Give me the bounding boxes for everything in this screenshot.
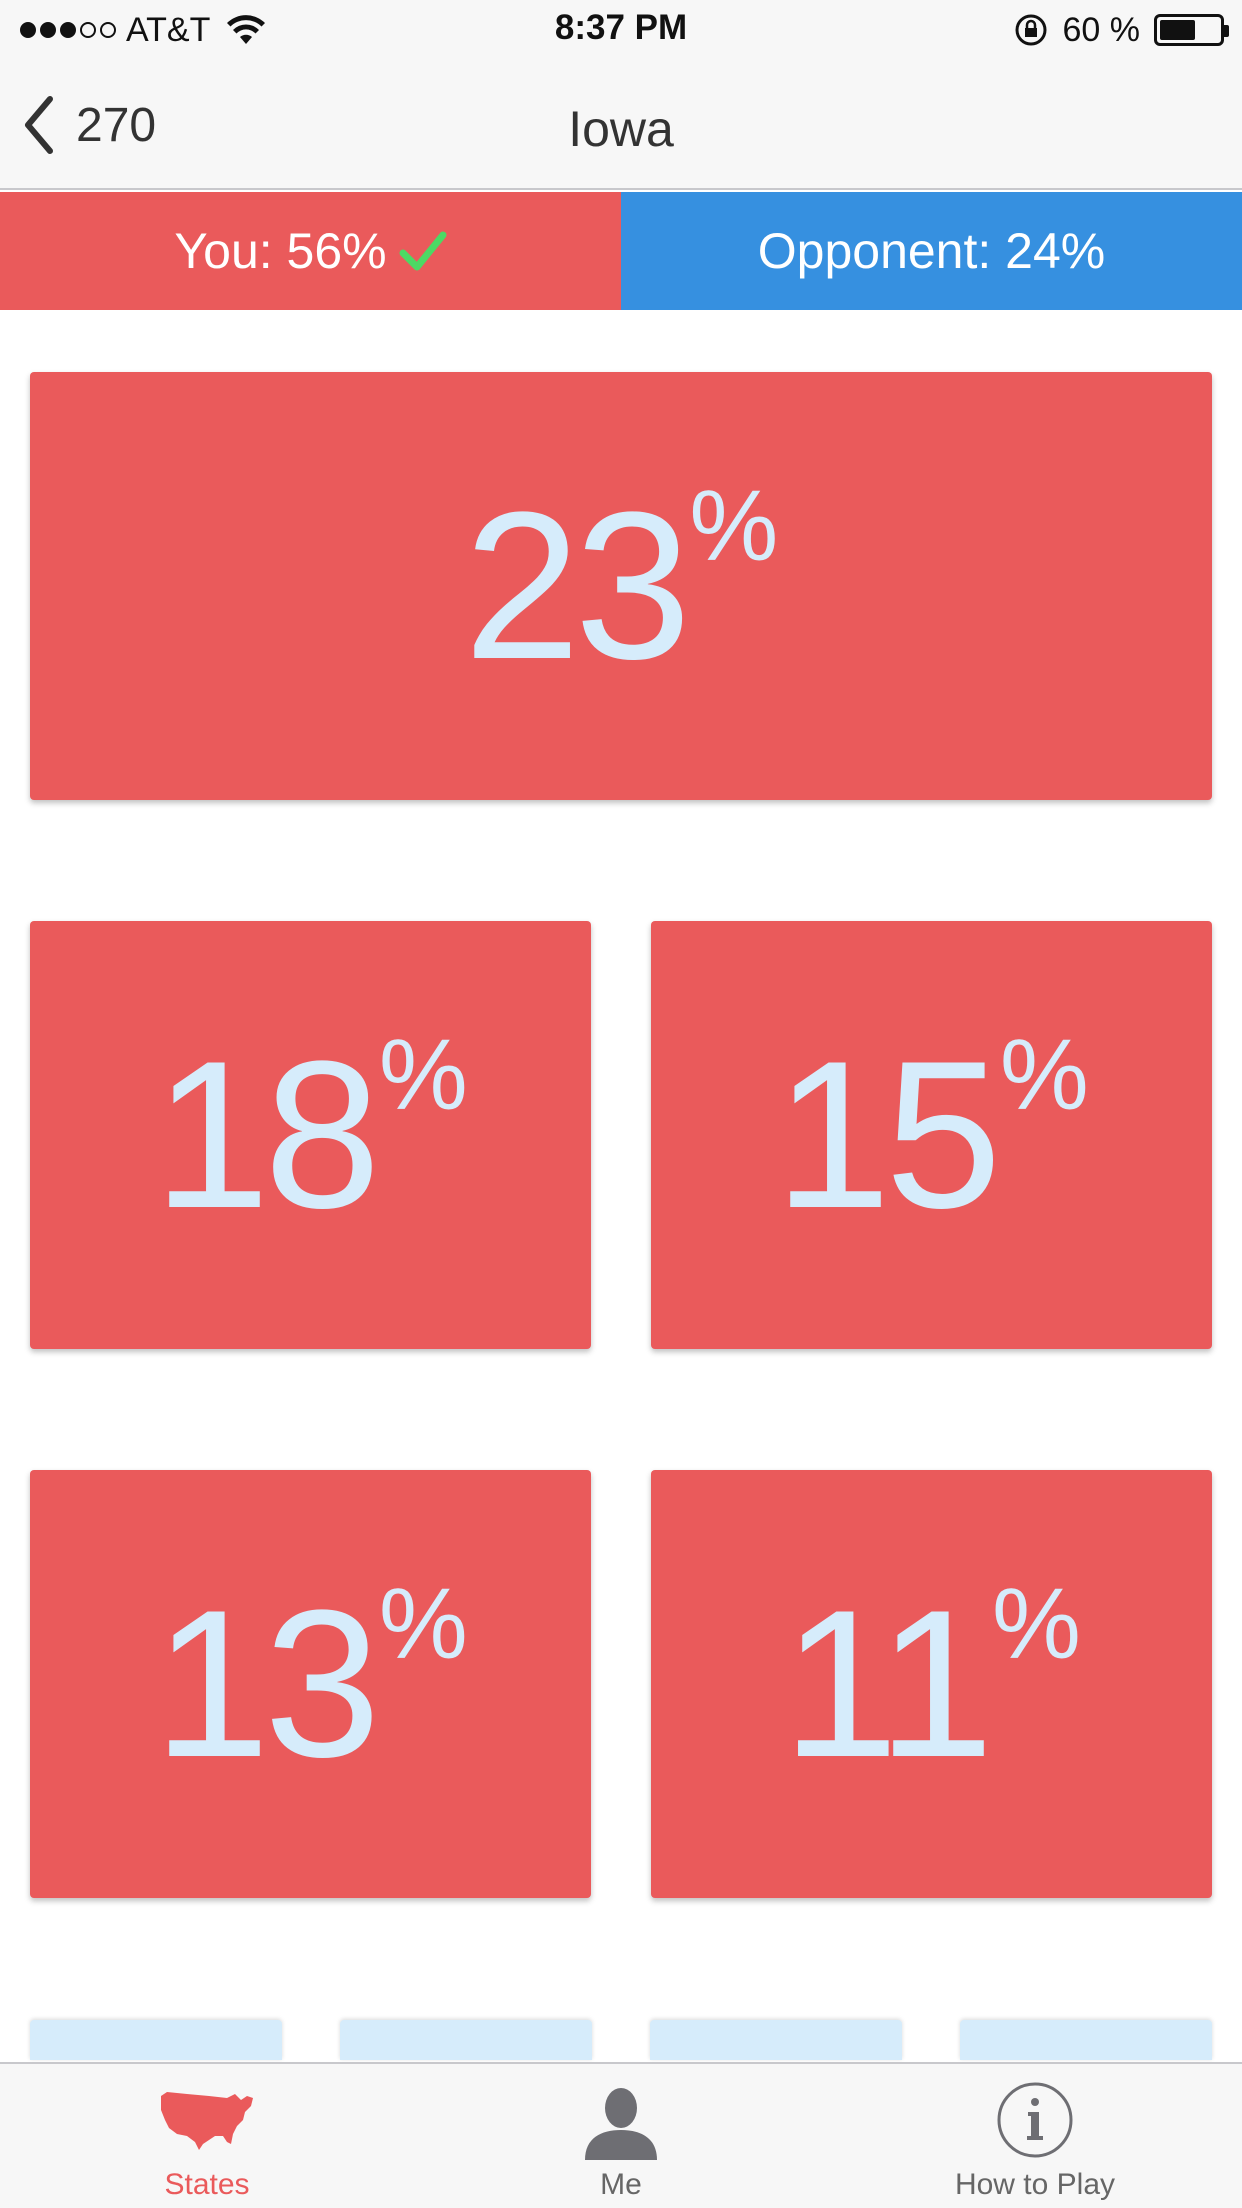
score-opponent: Opponent: 24% bbox=[621, 192, 1242, 310]
person-icon bbox=[585, 2088, 657, 2160]
option-value: 15 % bbox=[651, 921, 1212, 1349]
option-card-partial[interactable] bbox=[340, 2020, 592, 2060]
status-right: 60 % bbox=[1013, 10, 1229, 50]
tab-label: States bbox=[164, 2168, 250, 2201]
option-number: 18 bbox=[153, 1017, 381, 1252]
option-value: 18 % bbox=[30, 921, 591, 1349]
option-card[interactable]: 18 % bbox=[30, 921, 591, 1349]
tab-how-to-play[interactable]: How to Play bbox=[828, 2064, 1242, 2208]
option-value: 23 % bbox=[30, 372, 1212, 800]
score-you-label: You: 56% bbox=[174, 223, 387, 279]
percent-symbol: % bbox=[689, 470, 779, 582]
option-card-partial[interactable] bbox=[650, 2020, 902, 2060]
score-you: You: 56% bbox=[0, 192, 621, 310]
tab-label: How to Play bbox=[954, 2168, 1116, 2201]
option-card-partial[interactable] bbox=[30, 2020, 282, 2060]
option-card-partial[interactable] bbox=[960, 2020, 1212, 2060]
status-bar: AT&T 8:37 PM 60 % bbox=[0, 0, 1242, 60]
option-card[interactable]: 13 % bbox=[30, 1470, 591, 1898]
checkmark-icon bbox=[399, 231, 447, 271]
percent-symbol: % bbox=[378, 1568, 468, 1680]
option-number: 13 bbox=[153, 1566, 381, 1801]
option-card[interactable]: 11 % bbox=[651, 1470, 1212, 1898]
score-opponent-label: Opponent: 24% bbox=[757, 223, 1106, 279]
percent-symbol: % bbox=[999, 1019, 1089, 1131]
info-icon bbox=[997, 2082, 1073, 2158]
battery-level bbox=[1160, 20, 1195, 40]
option-value: 11 % bbox=[651, 1470, 1212, 1898]
navigation-bar: 270 Iowa bbox=[0, 60, 1242, 190]
tab-states[interactable]: States bbox=[0, 2064, 414, 2208]
option-number: 23 bbox=[463, 468, 692, 703]
option-value: 13 % bbox=[30, 1470, 591, 1898]
battery-percent: 60 % bbox=[1062, 10, 1141, 49]
percent-symbol: % bbox=[378, 1019, 468, 1131]
usa-map-icon bbox=[161, 2092, 253, 2150]
option-card[interactable]: 15 % bbox=[651, 921, 1212, 1349]
page-title: Iowa bbox=[568, 101, 674, 157]
option-number: 15 bbox=[774, 1017, 1002, 1252]
tab-bar: States Me How to Play bbox=[0, 2062, 1242, 2208]
rotation-lock-icon bbox=[1015, 14, 1046, 46]
option-number: 11 bbox=[782, 1566, 994, 1801]
percent-symbol: % bbox=[992, 1568, 1081, 1680]
tab-me[interactable]: Me bbox=[414, 2064, 828, 2208]
option-card[interactable]: 23 % bbox=[30, 372, 1212, 800]
score-bar: You: 56% Opponent: 24% bbox=[0, 192, 1242, 310]
battery-icon bbox=[1154, 14, 1229, 46]
tab-label: Me bbox=[600, 2168, 642, 2201]
